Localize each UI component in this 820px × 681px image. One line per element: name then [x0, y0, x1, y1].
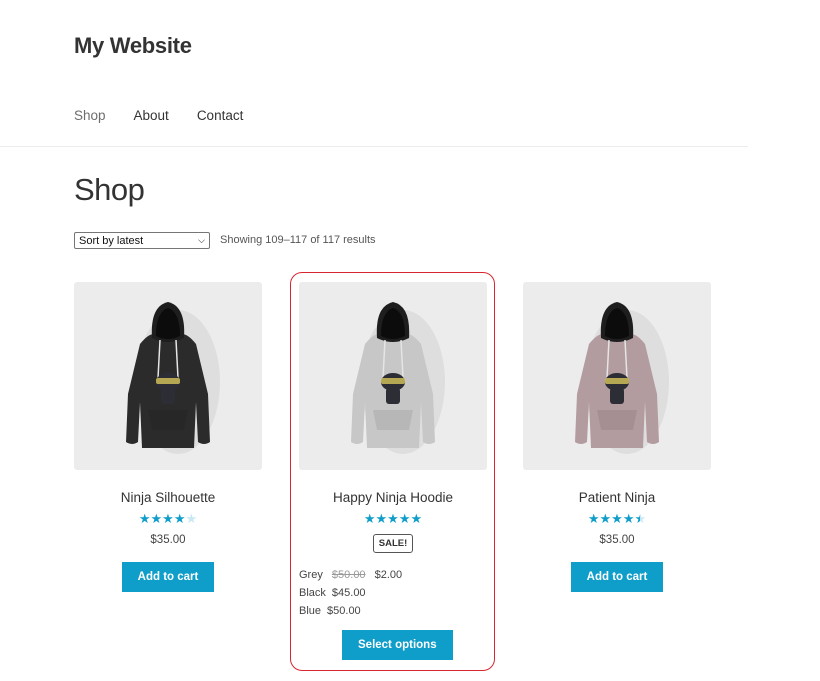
- star-icon: ★: [587, 511, 600, 526]
- main-nav: Shop About Contact: [74, 108, 271, 123]
- header-divider: [0, 146, 748, 147]
- star-icon: ★: [173, 511, 186, 526]
- product-image[interactable]: [74, 282, 262, 470]
- site-title[interactable]: My Website: [74, 33, 192, 59]
- product-card-ninja-silhouette: Ninja Silhouette ★★★★★ $35.00 Add to car…: [74, 282, 262, 592]
- star-empty-icon: ★: [185, 511, 198, 526]
- product-image[interactable]: [523, 282, 711, 470]
- highlight-outline: [290, 272, 495, 671]
- sort-select-value: Sort by latest: [79, 234, 144, 247]
- star-icon: ★: [138, 511, 151, 526]
- product-card-patient-ninja: Patient Ninja ★★★★★ $35.00 Add to cart: [523, 282, 711, 592]
- product-price: $35.00: [150, 534, 186, 546]
- half-star-icon: ★: [634, 511, 647, 526]
- nav-item-shop[interactable]: Shop: [74, 108, 106, 123]
- add-to-cart-button[interactable]: Add to cart: [570, 562, 664, 592]
- product-price: $35.00: [599, 534, 635, 546]
- sort-select[interactable]: Sort by latest ⌵: [74, 232, 210, 249]
- hoodie-image: [575, 302, 669, 454]
- star-rating: ★★★★★: [74, 512, 262, 526]
- star-icon: ★: [599, 511, 612, 526]
- product-name[interactable]: Patient Ninja: [523, 490, 711, 505]
- star-rating: ★★★★★: [523, 512, 711, 526]
- star-icon: ★: [150, 511, 163, 526]
- page-title: Shop: [74, 172, 145, 207]
- add-to-cart-button[interactable]: Add to cart: [121, 562, 215, 592]
- nav-item-about[interactable]: About: [134, 108, 169, 123]
- star-icon: ★: [611, 511, 623, 526]
- hoodie-image: [126, 302, 220, 454]
- result-count: Showing 109–117 of 117 results: [220, 234, 376, 246]
- product-name[interactable]: Ninja Silhouette: [74, 490, 262, 505]
- nav-item-contact[interactable]: Contact: [197, 108, 244, 123]
- star-icon: ★: [622, 511, 635, 526]
- star-icon: ★: [162, 511, 174, 526]
- chevron-down-icon: ⌵: [198, 235, 205, 245]
